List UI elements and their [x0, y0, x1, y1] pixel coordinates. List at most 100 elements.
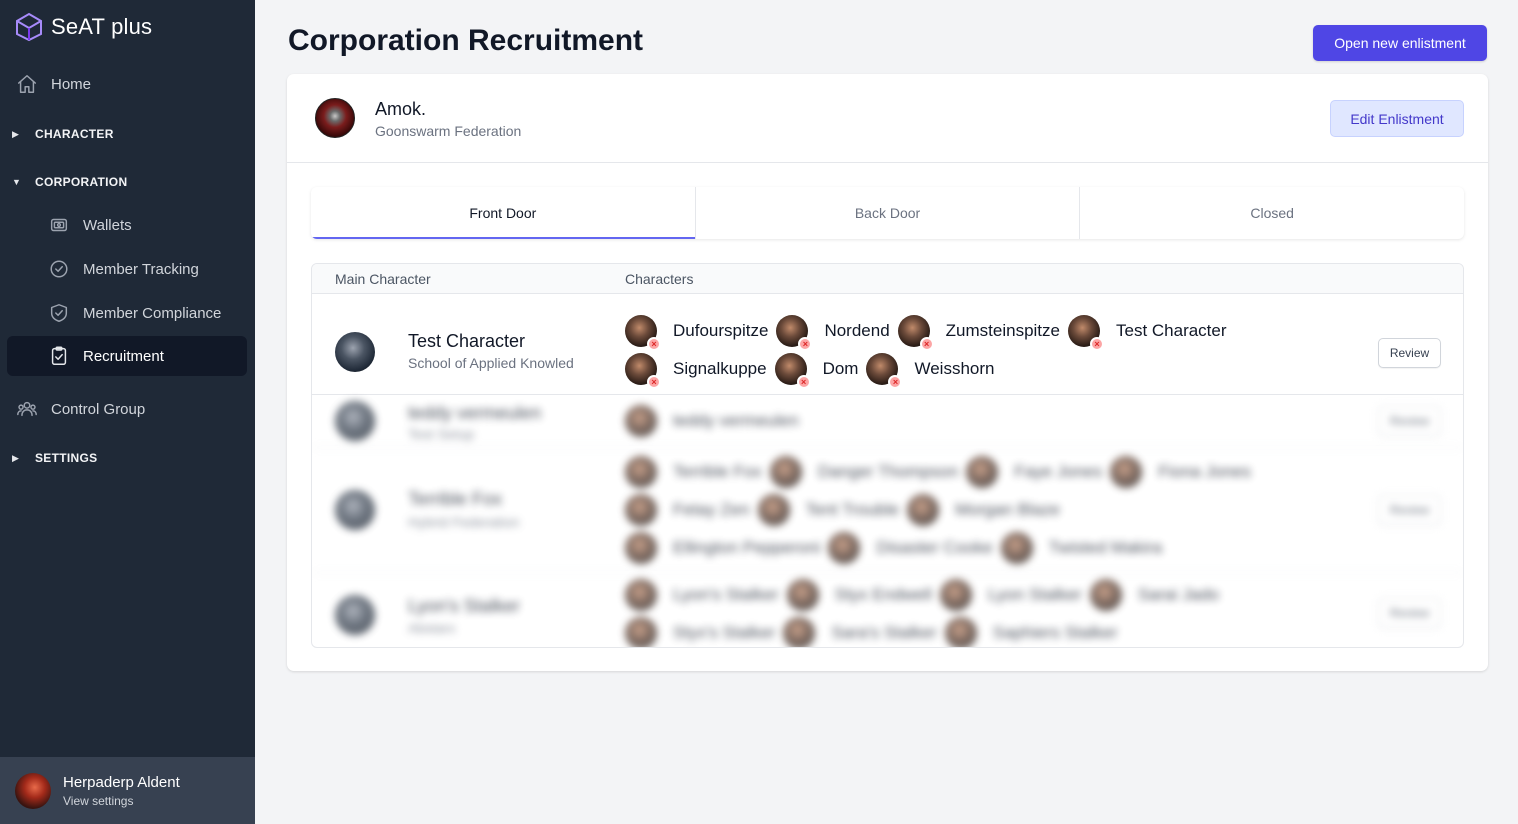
tab-bar: Front Door Back Door Closed [311, 187, 1464, 239]
seat-logo-icon [16, 12, 42, 42]
sidebar-section-character[interactable]: ▶ CHARACTER [0, 126, 255, 142]
avatar: × [1067, 315, 1104, 351]
avatar [335, 490, 375, 530]
character-item: Sarai Jado [1089, 576, 1219, 614]
sidebar-item-member-tracking[interactable]: Member Tracking [0, 257, 255, 281]
avatar [335, 401, 375, 441]
sidebar: SeAT plus Home ▶ CHARACTER ▼ CORPORATION… [0, 0, 255, 824]
character-list: × Dufourspitze × Nordend × Zumsteinspitze ×… [625, 312, 1265, 389]
sidebar-section-corporation[interactable]: ▼ CORPORATION [0, 174, 255, 190]
user-settings-link[interactable]: Herpaderp Aldent View settings [0, 757, 255, 824]
character-item: Faye Jones [966, 453, 1102, 491]
character-item: × Test Character [1067, 312, 1227, 351]
character-item: × Dufourspitze [625, 312, 768, 351]
avatar [769, 456, 802, 488]
character-name: teddy vermeulen [673, 411, 799, 430]
character-name: Fiona Jones [1158, 462, 1251, 481]
review-button[interactable]: Review [1378, 598, 1441, 628]
character-name: Nordend [824, 321, 890, 340]
main-character-name: Test Character [408, 331, 526, 351]
character-name: Signalkuppe [673, 359, 767, 378]
character-name: Faye Jones [1014, 462, 1103, 481]
tab-front-door[interactable]: Front Door [311, 187, 696, 239]
column-header-main: Main Character [335, 271, 431, 287]
sidebar-section-label: CORPORATION [35, 175, 128, 189]
avatar [828, 532, 861, 564]
tab-back-door[interactable]: Back Door [696, 187, 1081, 239]
sidebar-item-label: Home [51, 75, 92, 93]
avatar: × [866, 353, 903, 389]
sidebar-item-control-group[interactable]: Control Group [0, 397, 255, 421]
character-item: Styx Endwell [786, 576, 932, 614]
avatar: × [625, 353, 661, 389]
main-character-corp: School of Applied Knowledge [408, 355, 574, 371]
sidebar-item-recruitment[interactable]: Recruitment [7, 336, 247, 376]
avatar: × [625, 315, 661, 351]
character-name: Styx's Stalker [673, 623, 776, 642]
tab-closed[interactable]: Closed [1080, 187, 1464, 239]
character-name: Terrible Fox [673, 462, 762, 481]
character-name: Ellington Pepperoni [673, 538, 821, 557]
avatar [786, 579, 819, 611]
user-name: Herpaderp Aldent [63, 773, 180, 791]
corporation-logo [315, 98, 355, 138]
wallet-icon [48, 214, 70, 236]
badge-check-icon [48, 258, 70, 280]
sidebar-section-settings[interactable]: ▶ SETTINGS [0, 450, 255, 466]
main-character-corp: Abstarx [408, 620, 456, 636]
sidebar-item-wallets[interactable]: Wallets [0, 213, 255, 237]
corporation-name: Amok. [375, 99, 427, 119]
avatar [625, 405, 657, 437]
clipboard-check-icon [48, 345, 70, 367]
alliance-name: Goonswarm Federation [375, 123, 522, 139]
x-icon: × [798, 337, 813, 351]
main-character-name: Terrible Fox [408, 489, 503, 509]
table-row: teddy vermeulen Test Setup teddy vermeul… [312, 395, 1463, 448]
table-row: Terrible Fox Hybrid Federation Terrible … [312, 448, 1463, 573]
review-button[interactable]: Review [1378, 406, 1441, 436]
review-button[interactable]: Review [1378, 495, 1441, 525]
avatar [625, 456, 657, 488]
brand-name: SeAT plus [51, 14, 153, 39]
character-name: Dom [822, 359, 859, 378]
chevron-right-icon: ▶ [12, 128, 20, 139]
character-name: Lyon Stalker [987, 585, 1082, 604]
character-item: Fetay Zen [625, 491, 750, 529]
x-icon: × [1089, 337, 1104, 351]
character-item: Morgan Blaze [907, 491, 1060, 529]
open-new-enlistment-button[interactable]: Open new enlistment [1313, 25, 1487, 61]
sidebar-item-home[interactable]: Home [0, 72, 255, 96]
user-group-icon [16, 398, 38, 420]
avatar [625, 494, 657, 526]
applications-table: Main Character Characters Test Character… [311, 263, 1464, 648]
chevron-down-icon: ▼ [12, 177, 22, 187]
sidebar-item-label: Wallets [83, 216, 132, 234]
character-name: Morgan Blaze [955, 500, 1060, 519]
character-name: Disaster Cooke [876, 538, 993, 557]
brand[interactable]: SeAT plus [14, 12, 152, 42]
character-item: × Signalkuppe [625, 350, 767, 389]
main-character-name: Lyon's Stalker [408, 596, 520, 616]
chevron-right-icon: ▶ [12, 452, 20, 463]
character-item: Tent Trouble [757, 491, 899, 529]
review-button[interactable]: Review [1378, 338, 1441, 368]
sidebar-section-label: CHARACTER [35, 127, 114, 141]
character-item: Styx's Stalker [625, 614, 776, 647]
character-item: Terrible Fox [625, 453, 762, 491]
edit-enlistment-button[interactable]: Edit Enlistment [1330, 100, 1464, 137]
character-item: Saphiers Stalker [944, 614, 1117, 647]
shield-check-icon [48, 302, 70, 324]
avatar [944, 617, 977, 647]
character-item: Sara's Stalker [783, 614, 937, 647]
main-character-name: teddy vermeulen [408, 403, 542, 423]
avatar [757, 494, 790, 526]
page-title: Corporation Recruitment [288, 24, 644, 57]
sidebar-section-label: SETTINGS [35, 451, 98, 465]
main-character-corp: Hybrid Federation [408, 514, 520, 530]
sidebar-item-member-compliance[interactable]: Member Compliance [0, 301, 255, 325]
avatar: × [774, 353, 811, 389]
avatar: × [897, 315, 934, 351]
sidebar-item-label: Control Group [51, 400, 146, 418]
recruitment-card: Amok. Goonswarm Federation Edit Enlistme… [287, 74, 1488, 671]
character-name: Test Character [1115, 321, 1227, 340]
